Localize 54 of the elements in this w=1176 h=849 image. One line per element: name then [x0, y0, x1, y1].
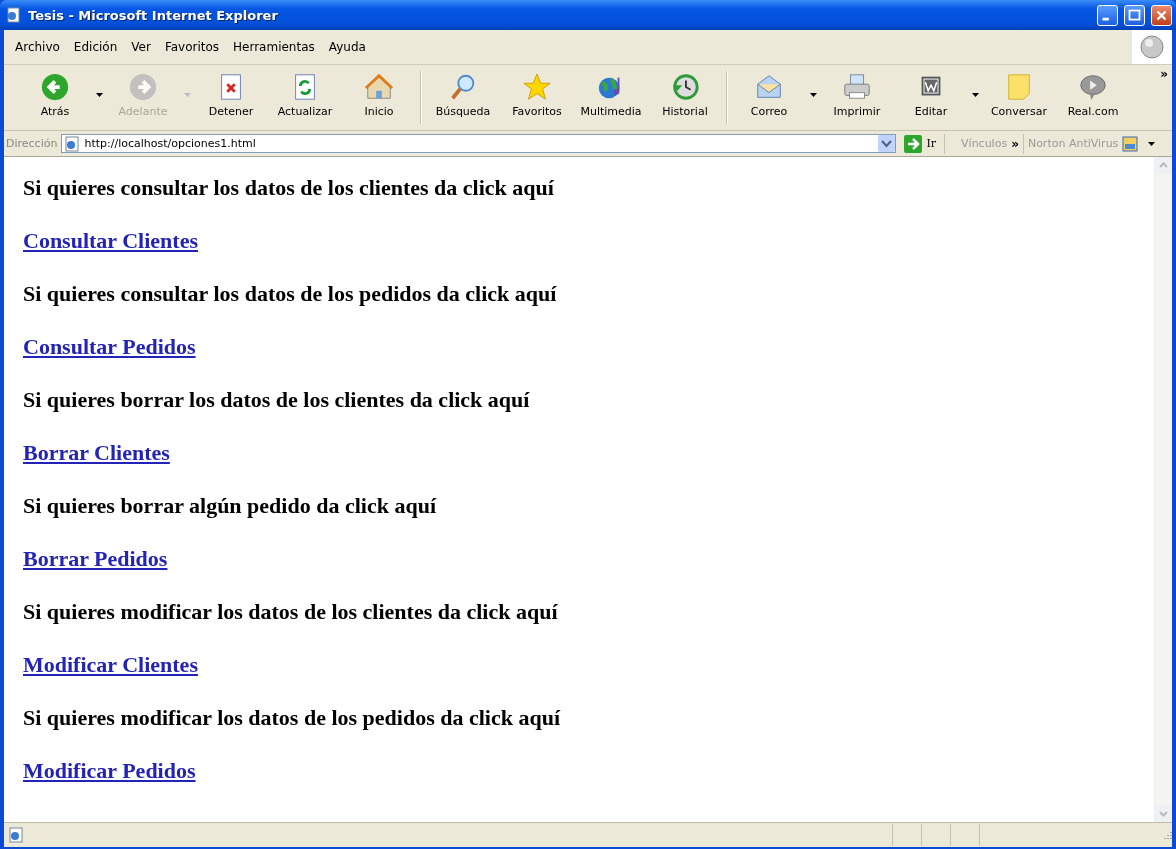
option-link[interactable]: Modificar Pedidos	[23, 744, 196, 797]
caret-icon[interactable]	[95, 93, 103, 97]
menu-item[interactable]: Ver	[124, 38, 158, 56]
globe-logo-icon	[1140, 35, 1164, 59]
address-field[interactable]: http://localhost/opciones1.html	[61, 134, 897, 153]
caret-icon[interactable]	[971, 93, 979, 97]
instruction-text: Si quieres consultar los datos de los pedidos da click aquí	[23, 279, 557, 308]
toolbar-button[interactable]: Búsqueda	[426, 65, 500, 125]
menu-item[interactable]: Edición	[66, 38, 125, 56]
option-link[interactable]: Borrar Pedidos	[23, 532, 168, 585]
toolbar-button[interactable]: Correo	[732, 65, 806, 125]
star-icon	[522, 72, 552, 102]
option-link[interactable]: Consultar Pedidos	[23, 320, 196, 373]
chevron-icon[interactable]: »	[1011, 136, 1019, 151]
caret-icon[interactable]	[809, 93, 817, 97]
maximize-button[interactable]	[1124, 4, 1145, 26]
option-link[interactable]: Modificar Clientes	[23, 638, 198, 691]
minimize-button[interactable]	[1097, 4, 1118, 26]
menu-item[interactable]: Archivo	[8, 38, 67, 56]
chevron-icon[interactable]: »	[1160, 67, 1168, 81]
option-link[interactable]: Consultar Clientes	[23, 214, 198, 267]
instruction-text: Si quieres modificar los datos de los clientes da click aquí	[23, 597, 558, 626]
toolbar-button[interactable]: Multimedia	[574, 65, 648, 125]
toolbar-button[interactable]: Editar	[894, 65, 968, 125]
toolbar-button[interactable]: Detener	[194, 65, 268, 125]
toolbar-button[interactable]: Conversar	[982, 65, 1056, 125]
address-label: Dirección	[6, 137, 58, 150]
option-link[interactable]: Borrar Clientes	[23, 426, 170, 479]
norton-icon[interactable]	[1122, 135, 1139, 152]
instruction-text: Si quieres borrar algún pedido da click aquí	[23, 491, 436, 520]
instruction-text: Si quieres borrar los datos de los clientes da click aquí	[23, 385, 530, 414]
instruction-text: Si quieres modificar los datos de los pedidos da click aquí	[23, 703, 561, 732]
speech-bubble-icon	[1078, 72, 1108, 102]
history-clock-icon	[670, 72, 700, 102]
toolbar-button[interactable]: Favoritos	[500, 65, 574, 125]
menu-item[interactable]: Ayuda	[321, 38, 373, 56]
toolbar-button[interactable]: Real.com	[1056, 65, 1130, 125]
caret-icon[interactable]	[1148, 141, 1156, 146]
toolbar-button[interactable]: Inicio	[342, 65, 416, 125]
menu-item[interactable]: Herramientas	[226, 38, 322, 56]
toolbar-button[interactable]: Imprimir	[820, 65, 894, 125]
app-icon	[6, 7, 22, 23]
toolbar-button[interactable]: Historial	[648, 65, 722, 125]
page-icon	[64, 135, 81, 152]
window-title: Tesis - Microsoft Internet Explorer	[28, 7, 279, 23]
toolbar-button[interactable]: Actualizar	[268, 65, 342, 125]
toolbar-button[interactable]: Atrás	[18, 65, 92, 125]
printer-icon	[842, 72, 872, 102]
go-button[interactable]: Ir	[900, 134, 941, 153]
page-icon	[8, 827, 24, 843]
instruction-text: Si quieres consultar los datos de los clientes da click aquí	[23, 173, 554, 202]
home-icon	[364, 72, 394, 102]
menu-item[interactable]: Favoritos	[157, 38, 227, 56]
close-button[interactable]	[1151, 4, 1172, 26]
